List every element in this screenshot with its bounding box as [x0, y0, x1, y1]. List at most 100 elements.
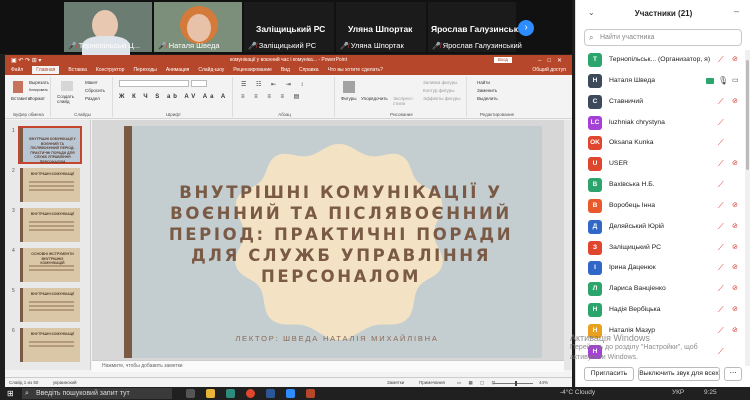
- mic-off-icon[interactable]: ⟋: [718, 118, 724, 128]
- video-off-icon[interactable]: ⊘: [732, 263, 738, 271]
- invite-button[interactable]: Пригласить: [584, 367, 634, 381]
- zoom-slider[interactable]: [493, 383, 533, 384]
- participant-row[interactable]: T Тернопільськ... (Организатор, я) ⟋ ⊘: [576, 50, 745, 71]
- slide-thumbnail[interactable]: 6 ВНУТРІШНІ КОМУНІКАЦІЇ: [12, 328, 80, 362]
- tab-review[interactable]: Рецензирование: [233, 67, 272, 73]
- participant-row[interactable]: В Вахівська Н.Б. ⟋: [576, 175, 745, 196]
- participant-row[interactable]: Л Лариса Ванціенко ⟋ ⊘: [576, 279, 745, 300]
- font-size-field[interactable]: [191, 80, 207, 87]
- figures-button[interactable]: Фигуры: [341, 96, 357, 101]
- tab-transitions[interactable]: Переходы: [133, 67, 156, 73]
- tab-home[interactable]: Главная: [32, 66, 60, 74]
- edge-icon[interactable]: [226, 389, 235, 398]
- word-icon[interactable]: [266, 389, 275, 398]
- mic-off-icon[interactable]: ⟋: [718, 138, 724, 148]
- next-page-button[interactable]: ›: [518, 20, 534, 36]
- video-off-icon[interactable]: ⊘: [732, 159, 738, 167]
- window-controls[interactable]: –□✕: [538, 57, 568, 64]
- chrome-icon[interactable]: [246, 389, 255, 398]
- arrange-button[interactable]: Упорядочить: [361, 96, 388, 101]
- minimize-icon[interactable]: –: [734, 6, 739, 16]
- slide-thumbnail[interactable]: 4 ОСНОВНІ ІНСТРУМЕНТИ ВНУТРІШНІХ КОМУНІК…: [12, 248, 80, 282]
- zoom-slider-handle[interactable]: [515, 381, 517, 386]
- participant-row[interactable]: В Воробець Інна ⟋ ⊘: [576, 196, 745, 217]
- slide-thumbnail[interactable]: 5 ВНУТРІШНІ КОМУНІКАЦІЇ: [12, 288, 80, 322]
- participant-row[interactable]: Н Наталя Шведа 🎙 ▭: [576, 71, 745, 92]
- more-options-button[interactable]: ⋯: [724, 367, 742, 381]
- tell-me-search[interactable]: Что вы хотите сделать?: [328, 67, 383, 73]
- shape-fill-button[interactable]: Заливка фигуры: [423, 80, 457, 85]
- task-view-icon[interactable]: [186, 389, 195, 398]
- mic-off-icon[interactable]: ⟋: [718, 347, 724, 357]
- tab-insert[interactable]: Вставка: [68, 67, 87, 73]
- tab-file[interactable]: Файл: [11, 67, 23, 73]
- video-tile[interactable]: Ярослав Галузинський 🎤̸ Ярослав Галузинсь…: [428, 2, 528, 52]
- video-off-icon[interactable]: ⊘: [732, 243, 738, 251]
- mic-off-icon[interactable]: ⟋: [718, 201, 724, 211]
- slide-thumbnail[interactable]: 2 ВНУТРІШНІ КОМУНІКАЦІЇ: [12, 168, 80, 202]
- video-tile[interactable]: 🎤̸ Наталя Шведа: [154, 2, 242, 52]
- tab-slideshow[interactable]: Слайд-шоу: [198, 67, 224, 73]
- powerpoint-icon[interactable]: [306, 389, 315, 398]
- participant-row[interactable]: Н ⟋: [576, 342, 745, 363]
- participant-row[interactable]: LC luzhniak chrystyna ⟋: [576, 113, 745, 134]
- login-button[interactable]: Вход: [493, 57, 512, 63]
- zoom-icon[interactable]: [286, 389, 295, 398]
- video-off-icon[interactable]: ⊘: [732, 97, 738, 105]
- quick-styles-button[interactable]: Экспресс-стили: [393, 96, 417, 106]
- windows-start-icon[interactable]: ⊞: [7, 389, 16, 398]
- video-tile[interactable]: 🎤̸ Тернопільські Ц...: [64, 2, 152, 60]
- file-explorer-icon[interactable]: [206, 389, 215, 398]
- share-button[interactable]: Общий доступ: [532, 67, 566, 73]
- participant-row[interactable]: Н Надія Вербіцька ⟋ ⊘: [576, 300, 745, 321]
- participant-row[interactable]: З Заліщицький РС ⟋ ⊘: [576, 238, 745, 259]
- slide-thumbnail[interactable]: 1 ВНУТРІШНІ КОМУНІКАЦІЇ У ВОЄННИЙ ТА ПІС…: [12, 126, 82, 164]
- copy-button[interactable]: Копировать: [29, 88, 48, 92]
- vertical-scrollbar[interactable]: [564, 120, 572, 370]
- font-format-icons[interactable]: Ж К Ч S ab AV Aa A: [119, 94, 228, 100]
- replace-button[interactable]: Заменить: [477, 88, 497, 93]
- participant-row[interactable]: І Ірина Даценюк ⟋ ⊘: [576, 258, 745, 279]
- mic-off-icon[interactable]: ⟋: [718, 326, 724, 336]
- section-button[interactable]: Раздел: [85, 96, 100, 101]
- mic-off-icon[interactable]: ⟋: [718, 159, 724, 169]
- participant-search-input[interactable]: ⌕ Найти участника: [584, 29, 742, 46]
- find-button[interactable]: Найти: [477, 80, 490, 85]
- video-camera-icon[interactable]: ▭: [732, 76, 739, 84]
- current-slide[interactable]: ВНУТРІШНІ КОМУНІКАЦІЇ У ВОЄННИЙ ТА ПІСЛЯ…: [124, 126, 542, 358]
- participant-row[interactable]: OK Oksana Kunka ⟋: [576, 133, 745, 154]
- video-tile[interactable]: Заліщицький РС 🎤̸ Заліщицький РС: [244, 2, 334, 52]
- font-name-field[interactable]: [119, 80, 189, 87]
- video-off-icon[interactable]: ⊘: [732, 222, 738, 230]
- reset-button[interactable]: Сбросить: [85, 88, 105, 93]
- video-tile[interactable]: Уляна Шпортак 🎤̸ Уляна Шпортак: [336, 2, 426, 52]
- tab-view[interactable]: Вид: [281, 67, 290, 73]
- language-indicator[interactable]: украинский: [53, 380, 76, 385]
- participant-row[interactable]: U USER ⟋ ⊘: [576, 154, 745, 175]
- mic-icon[interactable]: 🎙: [718, 76, 728, 85]
- shape-effects-button[interactable]: Эффекты фигуры: [423, 96, 461, 101]
- mic-off-icon[interactable]: ⟋: [718, 55, 724, 65]
- align-icons[interactable]: ≡ ≡ ≡ ≡ ▤: [241, 93, 303, 100]
- slide-thumbnail[interactable]: 3 ВНУТРІШНІ КОМУНІКАЦІЇ: [12, 208, 80, 242]
- shape-outline-button[interactable]: Контур фигуры: [423, 88, 454, 93]
- paste-button[interactable]: Вставить: [11, 96, 30, 101]
- mic-off-icon[interactable]: ⟋: [718, 305, 724, 315]
- video-off-icon[interactable]: ⊘: [732, 201, 738, 209]
- list-icons[interactable]: ☰ ☷ ⇤ ⇥ ↕: [241, 81, 307, 88]
- weather-status[interactable]: -4°C Cloudy: [560, 389, 595, 396]
- cut-button[interactable]: Вырезать: [29, 80, 49, 85]
- mic-off-icon[interactable]: ⟋: [718, 97, 724, 107]
- participant-row[interactable]: Д Деляйський Юрій ⟋ ⊘: [576, 217, 745, 238]
- format-painter-button[interactable]: Формат: [29, 96, 45, 101]
- notes-toggle[interactable]: Заметки: [387, 380, 404, 385]
- mute-all-button[interactable]: Выключить звук для всех: [638, 367, 720, 381]
- tab-design[interactable]: Конструктор: [96, 67, 125, 73]
- comments-toggle[interactable]: Примечания: [419, 380, 445, 385]
- select-button[interactable]: Выделить: [477, 96, 498, 101]
- taskbar-search[interactable]: ⌕ Введіть пошуковий запит тут: [22, 388, 172, 399]
- notes-pane[interactable]: Нажмите, чтобы добавить заметки: [92, 360, 564, 372]
- mic-off-icon[interactable]: ⟋: [718, 222, 724, 232]
- video-off-icon[interactable]: ⊘: [732, 284, 738, 292]
- new-slide-button[interactable]: Создать слайд: [57, 94, 79, 104]
